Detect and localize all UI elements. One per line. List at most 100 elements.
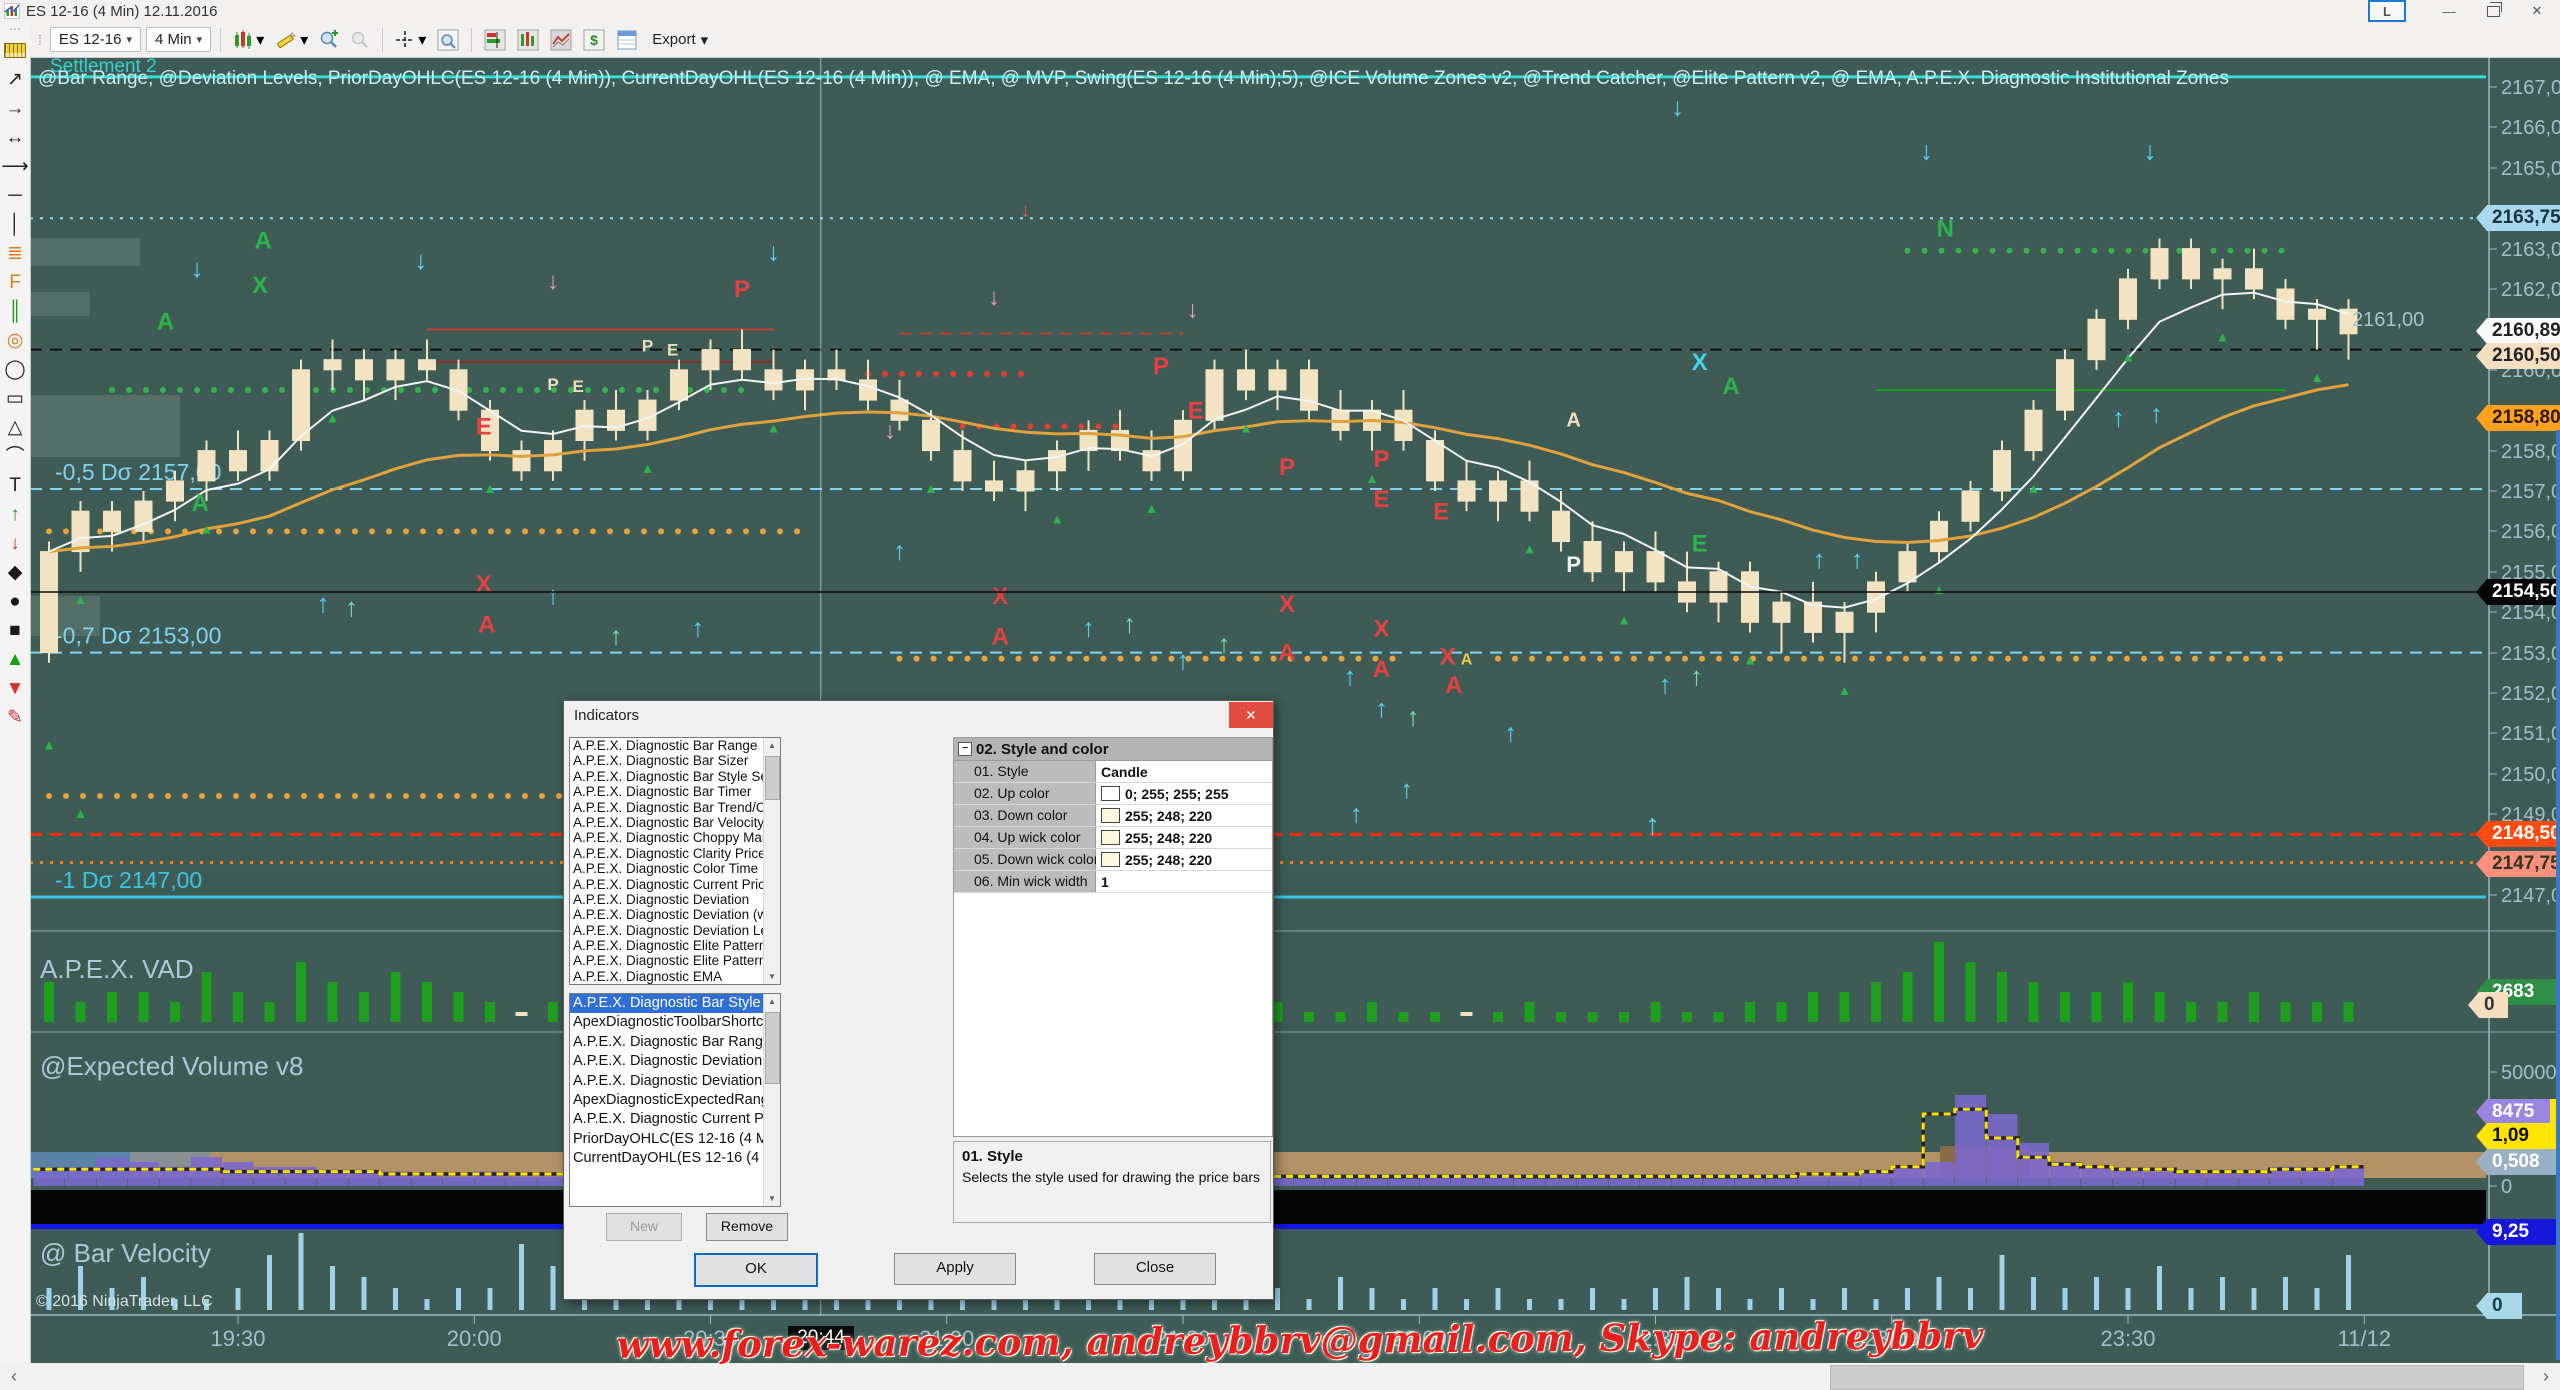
volume-zones-icon[interactable]: ║ <box>1 297 29 326</box>
extended-line-icon[interactable]: ↔ <box>1 123 29 152</box>
instrument-selector[interactable]: ES 12-16 ▾ <box>50 27 141 52</box>
properties-button[interactable] <box>613 27 641 53</box>
available-indicator-item[interactable]: A.P.E.X. Diagnostic Color Time Regions <box>570 861 780 876</box>
applied-indicator-item[interactable]: A.P.E.X. Diagnostic Current Price <box>570 1110 780 1129</box>
applied-indicator-item[interactable]: PriorDayOHLC(ES 12-16 (4 Min)) <box>570 1130 780 1149</box>
close-icon[interactable]: ✕ <box>2522 2 2552 20</box>
list-scrollbar[interactable]: ▲ ▼ <box>763 994 780 1206</box>
zoom-in-button[interactable] <box>316 28 342 52</box>
arrow-line-icon[interactable]: ⟶ <box>1 152 29 181</box>
horizontal-bars-button[interactable] <box>481 27 509 53</box>
link-button[interactable]: L <box>2368 0 2406 22</box>
property-row[interactable]: 02. Up color0; 255; 255; 255 <box>954 783 1272 805</box>
scrollbar-thumb[interactable] <box>1830 1365 2524 1390</box>
dialog-titlebar[interactable]: Indicators ✕ <box>564 701 1273 729</box>
available-indicator-item[interactable]: A.P.E.X. Diagnostic Choppy Market Warnin… <box>570 830 780 845</box>
data-box-button[interactable] <box>434 27 462 53</box>
available-indicator-item[interactable]: A.P.E.X. Diagnostic Bar Sizer <box>570 753 780 768</box>
rectangle-icon[interactable]: ▭ <box>1 384 29 413</box>
square-icon[interactable]: ■ <box>1 616 29 645</box>
target-icon[interactable]: ◎ <box>1 326 29 355</box>
dialog-close-icon[interactable]: ✕ <box>1229 702 1273 728</box>
property-row[interactable]: 03. Down color255; 248; 220 <box>954 805 1272 827</box>
applied-indicator-item[interactable]: A.P.E.X. Diagnostic Deviation <box>570 1052 780 1071</box>
zoom-out-button[interactable] <box>347 28 373 52</box>
scrollbar-thumb[interactable] <box>765 1012 780 1084</box>
collapse-icon[interactable]: − <box>958 742 972 756</box>
arrow-up-icon[interactable]: ↑ <box>1 500 29 529</box>
property-value[interactable]: 255; 248; 220 <box>1096 805 1272 826</box>
applied-indicators-list[interactable]: A.P.E.X. Diagnostic Bar Style SettingsAp… <box>569 993 781 1207</box>
available-indicator-item[interactable]: A.P.E.X. Diagnostic Bar Trend/Chop Filte… <box>570 800 780 815</box>
volume-chart-button[interactable] <box>514 27 542 53</box>
arc-icon[interactable]: ⌒ <box>1 442 29 471</box>
remove-button[interactable]: Remove <box>706 1213 788 1241</box>
property-value[interactable]: 0; 255; 255; 255 <box>1096 783 1272 804</box>
available-indicator-item[interactable]: A.P.E.X. Diagnostic Deviation Levels <box>570 923 780 938</box>
applied-indicator-item[interactable]: CurrentDayOHL(ES 12-16 (4 Min)) <box>570 1149 780 1168</box>
crosshair-button[interactable]: ▾ <box>392 28 429 52</box>
available-indicator-item[interactable]: A.P.E.X. Diagnostic EMA <box>570 969 780 984</box>
available-indicator-item[interactable]: A.P.E.X. Diagnostic Bar Timer <box>570 784 780 799</box>
close-button[interactable]: Close <box>1094 1253 1216 1285</box>
applied-indicator-item[interactable]: A.P.E.X. Diagnostic Deviation Levels <box>570 1072 780 1091</box>
scroll-down-icon[interactable]: ▼ <box>764 969 780 984</box>
marker-icon[interactable]: ✎ <box>1 703 29 732</box>
ruler-icon[interactable] <box>1 36 29 65</box>
property-row[interactable]: 05. Down wick color255; 248; 220 <box>954 849 1272 871</box>
property-value[interactable]: Candle <box>1096 761 1272 782</box>
property-row[interactable]: 06. Min wick width1 <box>954 871 1272 893</box>
scroll-left-icon[interactable]: ‹ <box>0 1363 28 1390</box>
triangle-down-icon[interactable]: ▼ <box>1 674 29 703</box>
scroll-up-icon[interactable]: ▲ <box>764 994 780 1009</box>
list-scrollbar[interactable]: ▲ ▼ <box>763 738 780 984</box>
scroll-up-icon[interactable]: ▲ <box>764 738 780 753</box>
arrow-down-icon[interactable]: ↓ <box>1 529 29 558</box>
chart-canvas[interactable]: -0,5 Dσ 2157,00-0,7 Dσ 2153,00-1 Dσ 2147… <box>0 0 2560 1390</box>
available-indicator-item[interactable]: A.P.E.X. Diagnostic Elite Pattern <box>570 938 780 953</box>
fibonacci-time-icon[interactable]: F <box>1 268 29 297</box>
drawing-tools-button[interactable]: ▾ <box>272 28 311 52</box>
available-indicator-item[interactable]: A.P.E.X. Diagnostic Deviation (with cros… <box>570 907 780 922</box>
applied-indicator-item[interactable]: ApexDiagnosticExpectedRange03 <box>570 1091 780 1110</box>
horizontal-line-icon[interactable]: ─ <box>1 181 29 210</box>
ellipse-icon[interactable]: ◯ <box>1 355 29 384</box>
property-value[interactable]: 1 <box>1096 871 1272 892</box>
title-bar[interactable]: ES 12-16 (4 Min) 12.11.2016 L — ✕ <box>0 0 2560 22</box>
scroll-down-icon[interactable]: ▼ <box>764 1191 780 1206</box>
property-value[interactable]: 255; 248; 220 <box>1096 849 1272 870</box>
applied-indicator-item[interactable]: A.P.E.X. Diagnostic Bar Style Settings <box>570 994 780 1013</box>
line-chart-button[interactable] <box>547 27 575 53</box>
ray-icon[interactable]: → <box>1 94 29 123</box>
new-button[interactable]: New <box>606 1213 682 1241</box>
dot-icon[interactable]: ● <box>1 587 29 616</box>
trend-line-icon[interactable]: ↗ <box>1 65 29 94</box>
triangle-up-icon[interactable]: ▲ <box>1 645 29 674</box>
restore-icon[interactable] <box>2478 2 2508 20</box>
minimize-icon[interactable]: — <box>2434 2 2464 20</box>
scrollbar-thumb[interactable] <box>765 756 780 800</box>
vertical-line-icon[interactable]: │ <box>1 210 29 239</box>
strip-grip[interactable]: ⋯ <box>9 22 21 36</box>
ok-button[interactable]: OK <box>694 1253 818 1287</box>
available-indicators-list[interactable]: A.P.E.X. Diagnostic Bar RangeA.P.E.X. Di… <box>569 737 781 985</box>
triangle-icon[interactable]: △ <box>1 413 29 442</box>
scroll-right-icon[interactable]: › <box>2532 1363 2560 1390</box>
dollar-button[interactable]: $ <box>580 27 608 53</box>
diamond-icon[interactable]: ◆ <box>1 558 29 587</box>
property-grid[interactable]: − 02. Style and color 01. StyleCandle02.… <box>953 737 1273 1137</box>
available-indicator-item[interactable]: A.P.E.X. Diagnostic Deviation <box>570 892 780 907</box>
property-group-header[interactable]: − 02. Style and color <box>954 738 1272 761</box>
available-indicator-item[interactable]: A.P.E.X. Diagnostic Bar Style Settings <box>570 769 780 784</box>
available-indicator-item[interactable]: A.P.E.X. Diagnostic Elite Pattern v2 <box>570 953 780 968</box>
property-value[interactable]: 255; 248; 220 <box>1096 827 1272 848</box>
interval-selector[interactable]: 4 Min ▾ <box>146 27 211 52</box>
available-indicator-item[interactable]: A.P.E.X. Diagnostic Clarity Price <box>570 846 780 861</box>
available-indicator-item[interactable]: A.P.E.X. Diagnostic Current Price <box>570 877 780 892</box>
applied-indicator-item[interactable]: ApexDiagnosticToolbarShortcut <box>570 1013 780 1032</box>
available-indicator-item[interactable]: A.P.E.X. Diagnostic Bar Velocity <box>570 815 780 830</box>
text-icon[interactable]: T <box>1 471 29 500</box>
chart-style-button[interactable]: ▾ <box>230 28 267 52</box>
property-row[interactable]: 04. Up wick color255; 248; 220 <box>954 827 1272 849</box>
available-indicator-item[interactable]: A.P.E.X. Diagnostic Bar Range <box>570 738 780 753</box>
